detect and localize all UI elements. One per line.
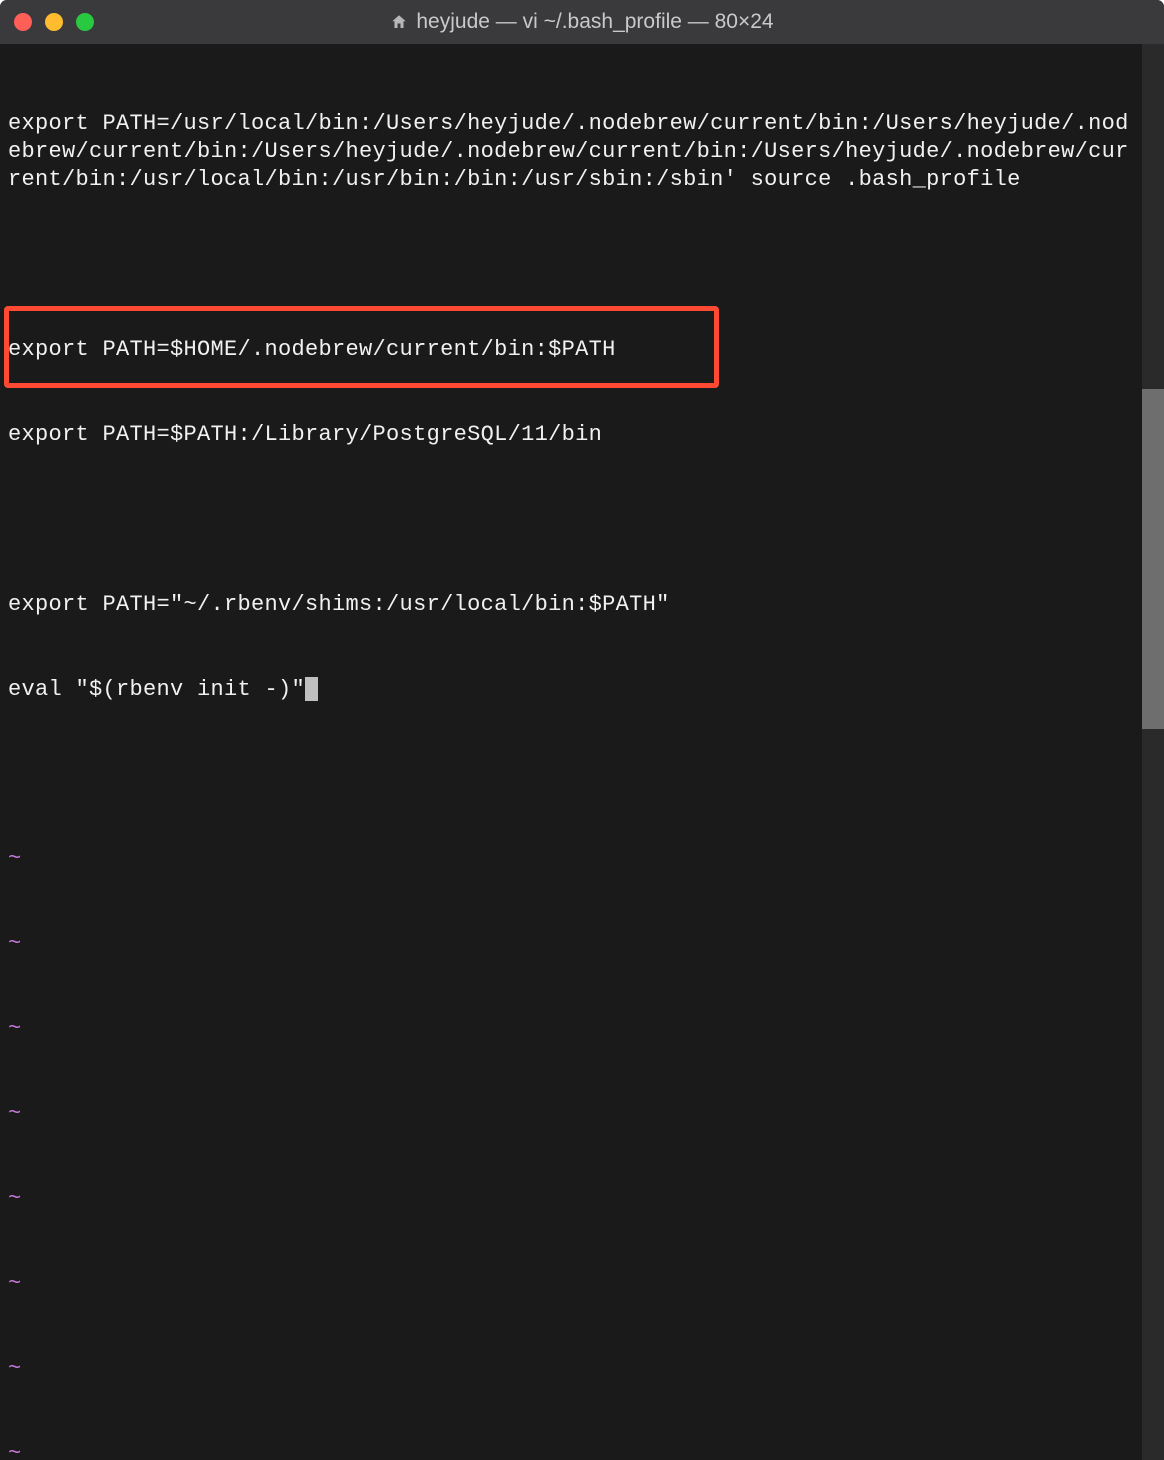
terminal-line-highlighted: eval "$(rbenv init -)" — [8, 676, 1134, 704]
traffic-lights — [14, 13, 94, 31]
cursor — [305, 677, 318, 701]
close-button[interactable] — [14, 13, 32, 31]
vi-tilde: ~ — [8, 930, 1134, 958]
vi-tilde: ~ — [8, 1185, 1134, 1213]
vi-tilde: ~ — [8, 1015, 1134, 1043]
home-icon — [390, 13, 408, 31]
terminal-line — [8, 506, 1134, 534]
window-titlebar[interactable]: heyjude — vi ~/.bash_profile — 80×24 — [0, 0, 1164, 44]
terminal-line — [8, 251, 1134, 279]
vi-tilde: ~ — [8, 1100, 1134, 1128]
scrollbar-thumb[interactable] — [1142, 389, 1164, 729]
fullscreen-button[interactable] — [76, 13, 94, 31]
vi-tilde: ~ — [8, 845, 1134, 873]
terminal-window: heyjude — vi ~/.bash_profile — 80×24 exp… — [0, 0, 1164, 730]
vi-tilde: ~ — [8, 1355, 1134, 1383]
terminal-area[interactable]: export PATH=/usr/local/bin:/Users/heyjud… — [0, 44, 1142, 1460]
terminal-line: export PATH=$HOME/.nodebrew/current/bin:… — [8, 336, 1134, 364]
title-center: heyjude — vi ~/.bash_profile — 80×24 — [0, 10, 1164, 34]
vi-tilde: ~ — [8, 1270, 1134, 1298]
terminal-line: export PATH=$PATH:/Library/PostgreSQL/11… — [8, 421, 1134, 449]
window-title: heyjude — vi ~/.bash_profile — 80×24 — [416, 10, 773, 34]
terminal-line: export PATH=/usr/local/bin:/Users/heyjud… — [8, 110, 1134, 195]
minimize-button[interactable] — [45, 13, 63, 31]
terminal-area-wrap: export PATH=/usr/local/bin:/Users/heyjud… — [0, 44, 1164, 1460]
terminal-line-highlighted: export PATH="~/.rbenv/shims:/usr/local/b… — [8, 591, 1134, 619]
terminal-line — [8, 760, 1134, 788]
scrollbar-track[interactable] — [1142, 44, 1164, 1460]
vi-tilde: ~ — [8, 1440, 1134, 1460]
